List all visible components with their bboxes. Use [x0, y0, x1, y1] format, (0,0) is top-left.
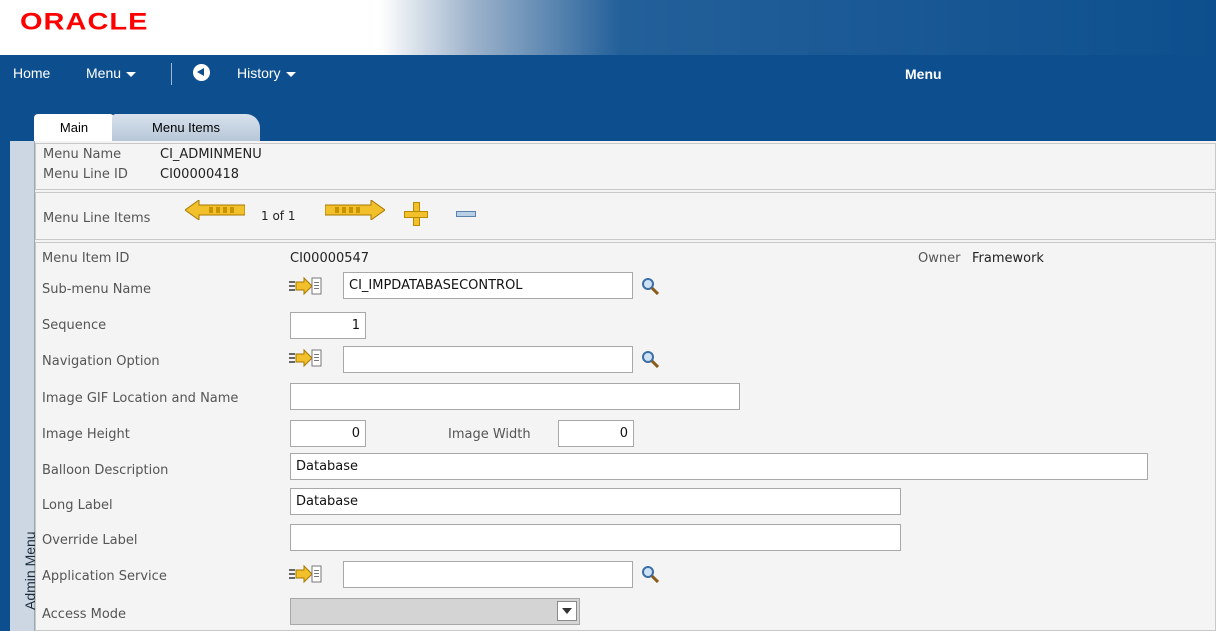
menu-line-id-label: Menu Line ID — [43, 167, 128, 182]
search-icon[interactable] — [641, 565, 659, 583]
main-panel: Menu Name CI_ADMINMENU Menu Line ID CI00… — [35, 141, 1216, 631]
sequence-input[interactable]: 1 — [290, 312, 366, 339]
history-dropdown-label: History — [237, 65, 281, 81]
override-label-label: Override Label — [42, 533, 138, 548]
menu-line-items-label: Menu Line Items — [43, 211, 151, 226]
menu-header-section: Menu Name CI_ADMINMENU Menu Line ID CI00… — [35, 143, 1216, 190]
submenu-name-input[interactable]: CI_IMPDATABASECONTROL — [343, 272, 633, 299]
menu-line-id-value: CI00000418 — [160, 167, 240, 182]
next-item-arrow-icon[interactable] — [325, 200, 385, 220]
back-arrow-icon[interactable] — [193, 64, 210, 81]
balloon-description-input[interactable]: Database — [290, 453, 1148, 480]
image-width-label: Image Width — [448, 427, 531, 442]
owner-value: Framework — [972, 251, 1044, 266]
navigation-option-input[interactable] — [343, 346, 633, 373]
page-title: Menu — [905, 66, 942, 82]
context-menu-icon[interactable] — [288, 274, 322, 298]
oracle-logo: ORACLE — [20, 9, 149, 36]
image-height-input[interactable]: 0 — [290, 420, 366, 447]
search-icon[interactable] — [641, 350, 659, 368]
menu-name-value: CI_ADMINMENU — [160, 147, 262, 162]
long-label-label: Long Label — [42, 498, 113, 513]
menu-name-label: Menu Name — [43, 147, 122, 162]
add-item-plus-icon[interactable] — [404, 202, 428, 226]
chevron-down-icon — [126, 71, 137, 77]
navigation-bar: Home Menu History Menu — [0, 55, 1216, 99]
access-mode-label: Access Mode — [42, 607, 127, 622]
chevron-down-icon[interactable] — [557, 601, 577, 621]
access-mode-select[interactable] — [290, 598, 580, 625]
left-frame-strip — [0, 141, 10, 631]
application-service-label: Application Service — [42, 569, 167, 584]
image-gif-input[interactable] — [290, 383, 740, 410]
balloon-description-label: Balloon Description — [42, 463, 169, 478]
previous-item-arrow-icon[interactable] — [185, 200, 245, 220]
override-label-input[interactable] — [290, 524, 901, 551]
image-gif-label: Image GIF Location and Name — [42, 391, 239, 406]
remove-item-minus-icon[interactable] — [456, 211, 476, 217]
pager-status: 1 of 1 — [261, 209, 296, 223]
tab-menu-items[interactable]: Menu Items — [112, 114, 260, 141]
image-height-label: Image Height — [42, 427, 130, 442]
tab-main[interactable]: Main — [34, 114, 114, 141]
top-banner: ORACLE — [0, 0, 1216, 55]
context-menu-icon[interactable] — [288, 346, 322, 370]
home-link[interactable]: Home — [13, 65, 50, 81]
application-service-input[interactable] — [343, 561, 633, 588]
long-label-input[interactable]: Database — [290, 488, 901, 515]
history-dropdown[interactable]: History — [237, 65, 296, 81]
menu-dropdown-label: Menu — [86, 65, 122, 81]
tab-strip: Main Menu Items — [0, 99, 1216, 141]
menu-item-id-label: Menu Item ID — [42, 251, 130, 266]
image-width-input[interactable]: 0 — [558, 420, 634, 447]
search-icon[interactable] — [641, 277, 659, 295]
submenu-name-label: Sub-menu Name — [42, 282, 152, 297]
menu-dropdown[interactable]: Menu — [86, 65, 137, 81]
chevron-down-icon — [285, 71, 296, 77]
nav-divider — [171, 63, 172, 85]
sequence-label: Sequence — [42, 318, 107, 333]
owner-label: Owner — [918, 251, 961, 266]
menu-item-id-value: CI00000547 — [290, 251, 370, 266]
context-menu-icon[interactable] — [288, 562, 322, 586]
navigation-option-label: Navigation Option — [42, 354, 160, 369]
